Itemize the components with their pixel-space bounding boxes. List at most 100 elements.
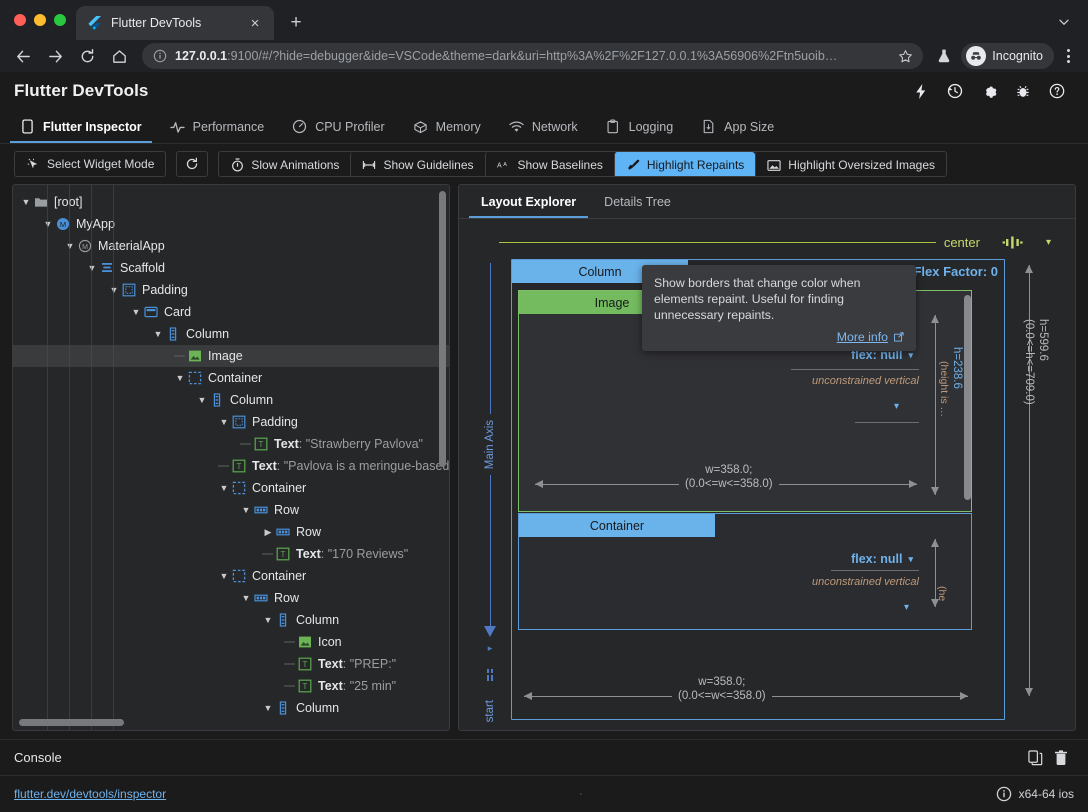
- copy-icon[interactable]: [1022, 746, 1048, 770]
- chevron-down-icon[interactable]: ▼: [173, 373, 187, 383]
- slow-animations-button[interactable]: Slow Animations: [219, 152, 350, 177]
- main-axis-expand-caret-icon[interactable]: ▸: [488, 643, 493, 654]
- tree-row-name: Row: [274, 591, 299, 605]
- chevron-down-icon[interactable]: ▼: [107, 285, 121, 295]
- tab-performance[interactable]: Performance: [156, 110, 279, 143]
- tree-row[interactable]: ▼Column: [13, 697, 449, 719]
- tree-row[interactable]: ▼Card: [13, 301, 449, 323]
- bookmark-star-icon[interactable]: [897, 49, 913, 64]
- docs-link[interactable]: flutter.dev/devtools/inspector: [14, 787, 166, 801]
- address-bar[interactable]: 127.0.0.1:9100/#/?hide=debugger&ide=VSCo…: [142, 43, 923, 69]
- chevron-down-icon[interactable]: ▼: [41, 219, 55, 229]
- new-tab-button[interactable]: +: [282, 9, 310, 37]
- chevron-down-icon[interactable]: ▼: [129, 307, 143, 317]
- tree-row[interactable]: ▼Row: [13, 499, 449, 521]
- tab-memory[interactable]: Memory: [399, 110, 495, 143]
- tree-row[interactable]: TText: "Pavlova is a meringue-based …: [13, 455, 449, 477]
- tab-cpu-profiler[interactable]: CPU Profiler: [278, 110, 398, 143]
- forward-icon[interactable]: [40, 42, 70, 70]
- chevron-down-icon[interactable]: [1050, 8, 1078, 36]
- back-icon[interactable]: [8, 42, 38, 70]
- window-minimize-button[interactable]: [34, 14, 46, 26]
- select-widget-mode-button[interactable]: Select Widget Mode: [14, 151, 166, 177]
- profile-incognito-button[interactable]: Incognito: [961, 43, 1054, 69]
- tab-logging[interactable]: Logging: [592, 110, 688, 143]
- chevron-down-icon[interactable]: ▼: [151, 329, 165, 339]
- tree-row[interactable]: ▶Row: [13, 521, 449, 543]
- tree-row[interactable]: ▼Scaffold: [13, 257, 449, 279]
- chevron-right-icon[interactable]: ▶: [261, 527, 275, 538]
- chevron-down-icon[interactable]: ▼: [195, 395, 209, 405]
- chevron-down-icon[interactable]: ▼: [217, 483, 231, 493]
- hot-reload-bolt-icon[interactable]: [904, 76, 938, 106]
- tree-row[interactable]: ▼Column: [13, 389, 449, 411]
- tree-row[interactable]: Icon: [13, 631, 449, 653]
- chevron-down-icon[interactable]: ▼: [217, 417, 231, 427]
- show-baselines-button[interactable]: AA Show Baselines: [485, 152, 614, 177]
- tab-layout-explorer[interactable]: Layout Explorer: [467, 185, 590, 218]
- window-close-button[interactable]: [14, 14, 26, 26]
- tab-app-size[interactable]: App Size: [687, 110, 788, 143]
- tree-row[interactable]: TText: "170 Reviews": [13, 543, 449, 565]
- flask-icon[interactable]: [931, 43, 957, 69]
- highlight-repaints-button[interactable]: Highlight Repaints: [614, 152, 755, 177]
- container-icon: [187, 371, 202, 385]
- tree-row[interactable]: ▼Column: [13, 609, 449, 631]
- show-guidelines-button[interactable]: Show Guidelines: [350, 152, 484, 177]
- tab-flutter-inspector[interactable]: Flutter Inspector: [6, 110, 156, 143]
- chevron-down-icon[interactable]: ▼: [19, 197, 33, 207]
- highlight-oversized-images-button[interactable]: Highlight Oversized Images: [755, 152, 946, 177]
- tooltip-more-info-link[interactable]: More info: [837, 330, 888, 344]
- help-icon[interactable]: [1040, 76, 1074, 106]
- browser-tab[interactable]: Flutter DevTools ×: [76, 6, 274, 40]
- tree-row[interactable]: ▼Container: [13, 477, 449, 499]
- chevron-down-icon[interactable]: ▼: [261, 703, 275, 713]
- hot-restart-icon[interactable]: [938, 76, 972, 106]
- kebab-menu-icon[interactable]: [1056, 49, 1080, 63]
- window-maximize-button[interactable]: [54, 14, 66, 26]
- info-circle-icon[interactable]: [996, 786, 1012, 802]
- tree-row[interactable]: ▼MMaterialApp: [13, 235, 449, 257]
- image-inner-scrollbar[interactable]: [964, 295, 971, 500]
- tree-vertical-scrollbar[interactable]: [439, 191, 446, 467]
- image-secondary-caret-icon[interactable]: ▾: [894, 401, 899, 412]
- chevron-down-icon[interactable]: ▼: [239, 593, 253, 603]
- container-flex-value: flex: null: [851, 552, 902, 566]
- refresh-tree-button[interactable]: [176, 151, 208, 177]
- chevron-down-icon[interactable]: ▼: [217, 571, 231, 581]
- spacing-icon[interactable]: [483, 668, 497, 682]
- tree-row[interactable]: ▼[root]: [13, 191, 449, 213]
- trash-icon[interactable]: [1048, 746, 1074, 770]
- chevron-down-icon[interactable]: ▼: [261, 615, 275, 625]
- report-bug-icon[interactable]: [1006, 76, 1040, 106]
- container-secondary-caret-icon[interactable]: ▾: [904, 602, 909, 613]
- tree-row[interactable]: ▼Container: [13, 367, 449, 389]
- reload-icon[interactable]: [72, 42, 102, 70]
- tree-row[interactable]: ▼Column: [13, 323, 449, 345]
- widget-tree[interactable]: ▼[root]▼MMyApp▼MMaterialApp▼Scaffold▼Pad…: [13, 185, 449, 730]
- home-icon[interactable]: [104, 42, 134, 70]
- text-widget-icon: T: [253, 437, 268, 451]
- close-icon[interactable]: ×: [246, 14, 264, 32]
- tree-row[interactable]: ▼MMyApp: [13, 213, 449, 235]
- chevron-down-icon[interactable]: ▾: [1046, 237, 1051, 248]
- tree-row[interactable]: ▼ Row: [13, 587, 449, 609]
- child-widget-container-box[interactable]: Container flex: null ▾ unconstrained ver…: [518, 513, 972, 630]
- cross-axis-alignment-dropdown[interactable]: center ▾: [944, 235, 1065, 250]
- tree-row[interactable]: Image: [13, 345, 449, 367]
- tree-row[interactable]: TText: "PREP:": [13, 653, 449, 675]
- chevron-down-icon[interactable]: ▼: [239, 505, 253, 515]
- svg-text:A: A: [497, 162, 502, 169]
- chevron-down-icon[interactable]: ▼: [85, 263, 99, 273]
- tree-row[interactable]: ▼Container: [13, 565, 449, 587]
- tree-horizontal-scrollbar[interactable]: [19, 719, 124, 726]
- settings-gear-icon[interactable]: [972, 76, 1006, 106]
- tree-row[interactable]: ▼Padding: [13, 411, 449, 433]
- container-flex-dropdown[interactable]: flex: null ▾: [851, 552, 913, 566]
- tree-row[interactable]: TText: "Strawberry Pavlova": [13, 433, 449, 455]
- tab-network[interactable]: Network: [495, 110, 592, 143]
- tree-row[interactable]: ▼Padding: [13, 279, 449, 301]
- tree-row[interactable]: TText: "25 min": [13, 675, 449, 697]
- tab-details-tree[interactable]: Details Tree: [590, 185, 685, 218]
- chevron-down-icon[interactable]: ▼: [63, 241, 77, 251]
